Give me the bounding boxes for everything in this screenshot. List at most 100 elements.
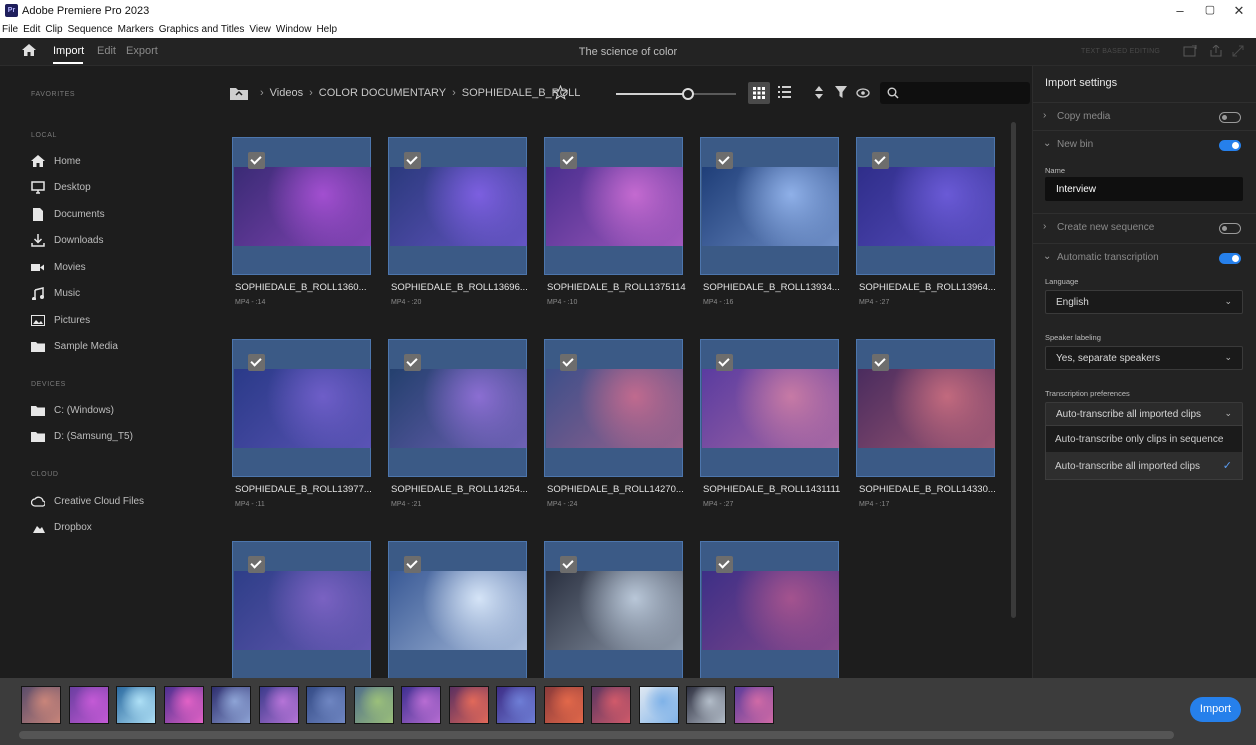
- speaker-labeling-select[interactable]: Yes, separate speakers ⌄: [1045, 346, 1243, 370]
- clip-card[interactable]: SOPHIEDALE_B_ROLL1431111 MP4 - :27: [700, 339, 840, 514]
- clip-select-checkbox[interactable]: [560, 152, 577, 169]
- minimize-button[interactable]: –: [1170, 3, 1190, 18]
- clip-thumbnail[interactable]: [232, 541, 371, 679]
- clip-select-checkbox[interactable]: [716, 152, 733, 169]
- clip-select-checkbox[interactable]: [716, 556, 733, 573]
- sidebar-item-d-samsung-t5[interactable]: D: (Samsung_T5): [31, 429, 133, 445]
- clip-select-checkbox[interactable]: [404, 354, 421, 371]
- clip-select-checkbox[interactable]: [404, 152, 421, 169]
- clip-thumbnail[interactable]: [856, 137, 995, 275]
- menu-item-only-clips-in-sequence[interactable]: Auto-transcribe only clips in sequence: [1046, 426, 1242, 452]
- clip-thumbnail[interactable]: [232, 339, 371, 477]
- new-bin-toggle[interactable]: [1219, 140, 1241, 151]
- clip-card[interactable]: SOPHIEDALE_B_ROLL13977... MP4 - :11: [232, 339, 372, 514]
- filmstrip-thumbnail[interactable]: [258, 686, 299, 724]
- view-visibility-icon[interactable]: [856, 88, 870, 98]
- grid-view-toggle[interactable]: [748, 82, 770, 104]
- clip-select-checkbox[interactable]: [560, 556, 577, 573]
- clip-card[interactable]: SOPHIEDALE_B_ROLL13964... MP4 - :27: [856, 137, 996, 312]
- sidebar-item-home[interactable]: Home: [31, 153, 81, 169]
- search-field[interactable]: [880, 82, 1030, 104]
- filmstrip-thumbnail[interactable]: [496, 686, 536, 724]
- clip-card[interactable]: SOPHIEDALE_B_ROLL14330... MP4 - :17: [856, 339, 996, 514]
- clip-thumbnail[interactable]: [388, 137, 527, 275]
- filmstrip-thumbnail[interactable]: [68, 686, 109, 724]
- create-sequence-row[interactable]: › Create new sequence: [1033, 213, 1256, 241]
- clip-select-checkbox[interactable]: [404, 556, 421, 573]
- maximize-button[interactable]: ▢: [1200, 3, 1220, 16]
- filmstrip-thumbnail[interactable]: [733, 686, 774, 724]
- sidebar-item-movies[interactable]: Movies: [31, 259, 86, 275]
- folder-icon[interactable]: [230, 86, 248, 100]
- clip-thumbnail[interactable]: [544, 339, 683, 477]
- clip-select-checkbox[interactable]: [872, 152, 889, 169]
- menu-item-window[interactable]: Window: [276, 24, 312, 38]
- auto-transcription-label[interactable]: Automatic transcription: [1057, 252, 1159, 263]
- auto-transcription-toggle[interactable]: [1219, 253, 1241, 264]
- clip-card[interactable]: SOPHIEDALE_B_ROLL1360... MP4 - :14: [232, 137, 371, 312]
- filmstrip-thumbnail[interactable]: [353, 686, 394, 724]
- menu-item-edit[interactable]: Edit: [23, 24, 40, 38]
- sidebar-item-creative-cloud-files[interactable]: Creative Cloud Files: [31, 493, 144, 509]
- breadcrumb-item[interactable]: COLOR DOCUMENTARY: [319, 87, 446, 99]
- transcription-preferences-select[interactable]: Auto-transcribe all imported clips ⌄: [1045, 402, 1243, 426]
- share-icon[interactable]: [1209, 45, 1223, 57]
- clip-card[interactable]: SOPHIEDALE_B_ROLL14254... MP4 - :21: [388, 339, 528, 514]
- filmstrip-thumbnail[interactable]: [211, 686, 251, 724]
- quick-export-icon[interactable]: [1183, 45, 1197, 57]
- clip-card[interactable]: [544, 541, 683, 679]
- favorite-star-icon[interactable]: [553, 85, 568, 100]
- text-based-editing-label[interactable]: TEXT BASED EDITING: [1081, 48, 1160, 55]
- sidebar-item-c-windows[interactable]: C: (Windows): [31, 402, 114, 418]
- menu-item-markers[interactable]: Markers: [118, 24, 154, 38]
- fullscreen-icon[interactable]: [1232, 45, 1244, 57]
- bin-name-input[interactable]: Interview: [1045, 177, 1243, 201]
- clip-card[interactable]: [232, 541, 371, 679]
- clip-thumbnail[interactable]: [700, 339, 839, 477]
- sort-icon[interactable]: [814, 86, 824, 99]
- sidebar-item-downloads[interactable]: Downloads: [31, 233, 103, 249]
- menu-item-all-imported-clips[interactable]: Auto-transcribe all imported clips ✓: [1046, 453, 1242, 479]
- filmstrip-thumbnail[interactable]: [116, 686, 156, 724]
- clip-thumbnail[interactable]: [700, 137, 839, 275]
- filmstrip-thumbnail[interactable]: [638, 686, 679, 724]
- clip-card[interactable]: SOPHIEDALE_B_ROLL13934... MP4 - :16: [700, 137, 840, 312]
- vertical-scrollbar[interactable]: [1011, 122, 1016, 618]
- menu-item-file[interactable]: File: [2, 24, 18, 38]
- menu-item-sequence[interactable]: Sequence: [68, 24, 113, 38]
- clip-card[interactable]: [388, 541, 527, 679]
- clip-select-checkbox[interactable]: [248, 556, 265, 573]
- slider-thumb[interactable]: [682, 88, 694, 100]
- clip-select-checkbox[interactable]: [248, 152, 265, 169]
- filmstrip-thumbnail[interactable]: [686, 686, 726, 724]
- clip-select-checkbox[interactable]: [716, 354, 733, 371]
- new-bin-label[interactable]: New bin: [1057, 139, 1093, 150]
- menu-item-view[interactable]: View: [249, 24, 271, 38]
- menu-item-clip[interactable]: Clip: [45, 24, 62, 38]
- menu-item-graphics-and-titles[interactable]: Graphics and Titles: [159, 24, 245, 38]
- sidebar-item-music[interactable]: Music: [31, 286, 80, 302]
- sidebar-item-sample-media[interactable]: Sample Media: [31, 339, 118, 355]
- sidebar-item-documents[interactable]: Documents: [31, 206, 105, 222]
- import-button[interactable]: Import: [1190, 697, 1241, 722]
- filmstrip-thumbnail[interactable]: [21, 686, 61, 724]
- clip-thumbnail[interactable]: [700, 541, 839, 679]
- sidebar-item-dropbox[interactable]: Dropbox: [31, 519, 92, 535]
- create-sequence-toggle[interactable]: [1219, 223, 1241, 234]
- clip-select-checkbox[interactable]: [560, 354, 577, 371]
- clip-card[interactable]: [700, 541, 839, 679]
- copy-media-row[interactable]: › Copy media: [1033, 102, 1256, 130]
- clip-thumbnail[interactable]: [232, 137, 371, 275]
- filmstrip-scrollbar[interactable]: [19, 731, 1174, 739]
- copy-media-toggle[interactable]: [1219, 112, 1241, 123]
- clip-thumbnail[interactable]: [388, 541, 527, 679]
- clip-select-checkbox[interactable]: [248, 354, 265, 371]
- clip-card[interactable]: SOPHIEDALE_B_ROLL14270... MP4 - :24: [544, 339, 684, 514]
- close-window-button[interactable]: ✕: [1229, 3, 1249, 19]
- filmstrip-thumbnail[interactable]: [543, 686, 584, 724]
- clip-thumbnail[interactable]: [856, 339, 995, 477]
- clip-card[interactable]: SOPHIEDALE_B_ROLL13696... MP4 - :20: [388, 137, 528, 312]
- filmstrip-thumbnail[interactable]: [306, 686, 346, 724]
- list-view-icon[interactable]: [778, 86, 791, 98]
- breadcrumb-item[interactable]: Videos: [270, 87, 303, 99]
